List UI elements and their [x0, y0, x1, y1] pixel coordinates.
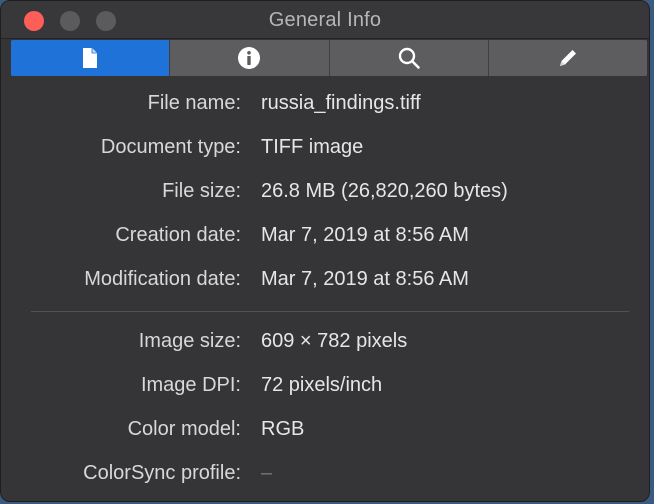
image-size-label: Image size:: [138, 330, 241, 352]
file-name-row: File name: russia_findings.tiff: [1, 88, 649, 118]
file-size-row: File size: 26.8 MB (26,820,260 bytes): [1, 176, 649, 206]
creation-date-row: Creation date: Mar 7, 2019 at 8:56 AM: [1, 220, 649, 250]
modification-date-label: Modification date:: [84, 268, 241, 290]
tab-annotations[interactable]: [489, 40, 647, 76]
file-name-value: russia_findings.tiff: [261, 92, 421, 114]
image-size-row: Image size: 609 × 782 pixels: [1, 326, 649, 356]
document-icon: [81, 47, 99, 69]
image-dpi-row: Image DPI: 72 pixels/inch: [1, 370, 649, 400]
inspector-window: General Info File name: russia_findings.…: [0, 0, 650, 502]
colorsync-profile-value: –: [261, 462, 273, 484]
magnifier-icon: [397, 46, 421, 70]
tab-more-info[interactable]: [170, 40, 330, 76]
info-icon: [237, 46, 261, 70]
document-type-value: TIFF image: [261, 136, 364, 158]
modification-date-value: Mar 7, 2019 at 8:56 AM: [261, 268, 469, 290]
color-model-label: Color model:: [127, 418, 241, 440]
creation-date-label: Creation date:: [115, 224, 241, 246]
title-bar[interactable]: General Info: [1, 1, 649, 39]
colorsync-profile-row: ColorSync profile: –: [1, 458, 649, 488]
tab-general-info[interactable]: [11, 40, 171, 76]
modification-date-row: Modification date: Mar 7, 2019 at 8:56 A…: [1, 264, 649, 294]
color-model-row: Color model: RGB: [1, 414, 649, 444]
inspector-tab-bar: [11, 40, 647, 76]
file-size-value: 26.8 MB (26,820,260 bytes): [261, 180, 508, 202]
section-divider: [31, 311, 629, 312]
creation-date-value: Mar 7, 2019 at 8:56 AM: [261, 224, 469, 246]
document-type-row: Document type: TIFF image: [1, 132, 649, 162]
window-title: General Info: [268, 9, 382, 31]
tab-keywords[interactable]: [330, 40, 489, 76]
colorsync-profile-label: ColorSync profile:: [83, 462, 241, 484]
image-dpi-label: Image DPI:: [140, 374, 241, 396]
file-size-label: File size:: [162, 180, 241, 202]
color-model-value: RGB: [261, 418, 305, 440]
document-type-label: Document type:: [100, 136, 241, 158]
file-name-label: File name:: [147, 92, 241, 114]
image-size-value: 609 × 782 pixels: [261, 330, 408, 352]
image-dpi-value: 72 pixels/inch: [261, 374, 383, 396]
pencil-icon: [556, 46, 580, 70]
